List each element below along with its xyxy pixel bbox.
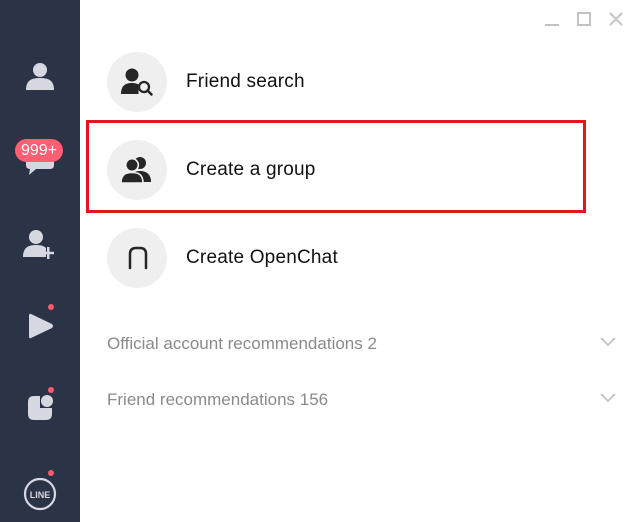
sidebar-item-add-friends[interactable]	[0, 216, 80, 272]
sidebar-item-timeline[interactable]	[0, 298, 80, 354]
official-account-recommendations[interactable]: Official account recommendations 2	[107, 329, 617, 359]
person-icon	[23, 59, 57, 93]
sidebar: 999+ LINE	[0, 0, 80, 522]
news-notification-dot	[48, 387, 54, 393]
person-add-icon	[21, 227, 59, 261]
create-group-item[interactable]: Create a group	[107, 140, 577, 200]
sidebar-item-friends[interactable]	[0, 48, 80, 104]
maximize-icon[interactable]	[575, 10, 593, 28]
close-icon[interactable]	[607, 10, 625, 28]
friend-search-label: Friend search	[186, 71, 305, 92]
sidebar-item-line-services[interactable]: LINE	[0, 466, 80, 522]
svg-text:LINE: LINE	[30, 490, 51, 500]
friend-recommendations-label: Friend recommendations 156	[107, 390, 329, 409]
official-account-recommendations-label: Official account recommendations 2	[107, 334, 377, 353]
line-services-notification-dot	[48, 470, 54, 476]
chevron-down-icon	[599, 335, 617, 353]
line-logo-icon: LINE	[21, 475, 59, 513]
chevron-down-icon	[599, 391, 617, 409]
create-openchat-label: Create OpenChat	[186, 247, 338, 268]
sidebar-item-news[interactable]	[0, 380, 80, 436]
friend-search-icon	[107, 52, 167, 112]
minimize-icon[interactable]	[543, 10, 561, 28]
create-group-label: Create a group	[186, 159, 316, 180]
friend-search-item[interactable]: Friend search	[107, 52, 577, 112]
create-openchat-item[interactable]: Create OpenChat	[107, 228, 577, 288]
friend-recommendations[interactable]: Friend recommendations 156	[107, 385, 617, 415]
openchat-icon	[107, 228, 167, 288]
group-icon	[107, 140, 167, 200]
window-controls	[543, 10, 625, 28]
news-icon	[22, 390, 58, 426]
unread-count-badge: 999+	[15, 139, 64, 162]
timeline-notification-dot	[48, 304, 54, 310]
play-arrow-icon	[23, 309, 57, 343]
